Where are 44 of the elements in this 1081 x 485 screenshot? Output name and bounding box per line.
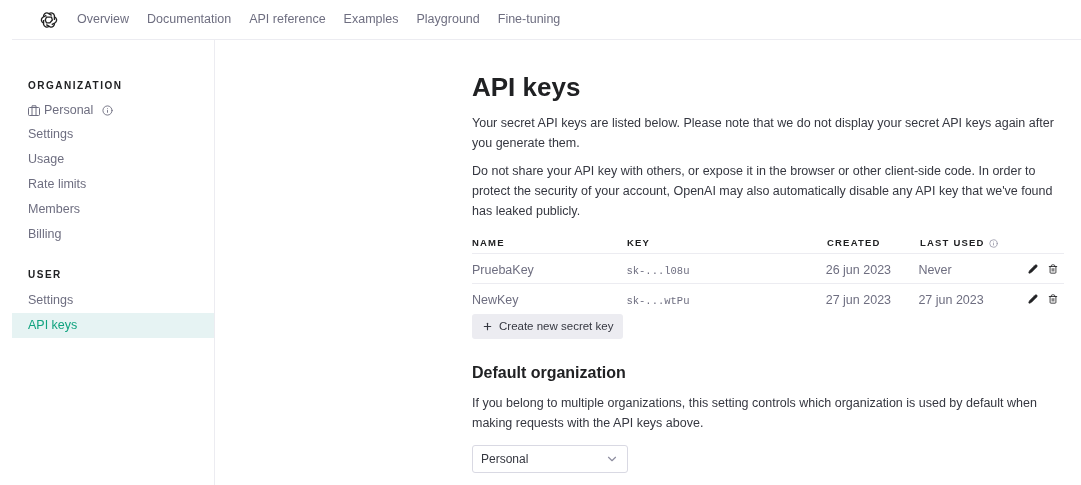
sidebar-item[interactable]: Billing: [12, 222, 214, 247]
create-key-button[interactable]: Create new secret key: [472, 314, 624, 339]
briefcase-icon: [28, 105, 40, 116]
section-heading: ORGANIZATION: [27, 79, 124, 93]
sidebar-item[interactable]: Rate limits: [12, 172, 214, 197]
table-cell: sk-...wtPu: [626, 294, 690, 307]
table-cell: 26 jun 2023: [825, 262, 892, 277]
sidebar-item[interactable]: API keys: [12, 313, 214, 338]
table-cell: PruebaKey: [472, 262, 534, 277]
table-cell: NewKey: [472, 292, 519, 307]
edit-button[interactable]: [1028, 263, 1038, 274]
table-cell: 27 jun 2023: [825, 292, 892, 307]
info-icon: [988, 238, 998, 248]
description-text: Do not share your API key with others, or expose it in the browser or other client-side code. In order to protect the security of your account, OpenAI may also automatically disable any API key that we've found has leaked publicly.: [472, 163, 1054, 220]
plus-icon: [482, 321, 493, 332]
sidebar-item[interactable]: Settings: [12, 288, 214, 313]
section-heading: USER: [27, 268, 63, 282]
table-cell: sk-...l08u: [626, 264, 690, 277]
nav-link[interactable]: Documentation: [147, 10, 232, 29]
sidebar-item[interactable]: Settings: [12, 122, 214, 147]
organization-select[interactable]: Personal: [472, 445, 628, 473]
nav-link[interactable]: Fine-tuning: [497, 10, 561, 29]
delete-button[interactable]: [1048, 293, 1058, 304]
delete-button[interactable]: [1048, 263, 1058, 274]
column-header: NAME: [472, 235, 505, 250]
nav-link[interactable]: API reference: [249, 10, 326, 29]
description-text: If you belong to multiple organizations, this setting controls which organization is used by default when making requests with the API keys above.: [472, 395, 1038, 432]
page-title: API keys: [472, 71, 582, 104]
info-icon: [102, 105, 114, 116]
sidebar-item[interactable]: Members: [12, 197, 214, 222]
section-title: Default organization: [472, 363, 627, 383]
nav-link[interactable]: Examples: [343, 10, 399, 29]
logo-icon[interactable]: [39, 9, 59, 30]
sidebar-item[interactable]: Usage: [12, 147, 214, 172]
table-cell: 27 jun 2023: [918, 292, 984, 307]
organization-name[interactable]: Personal: [44, 101, 94, 120]
column-header: CREATED: [827, 235, 881, 250]
nav-link[interactable]: Playground: [416, 10, 480, 29]
column-header: KEY: [627, 235, 651, 250]
description-text: Your secret API keys are listed below. Please note that we do not display your secret API keys again after you generate them.: [472, 115, 1055, 152]
edit-button[interactable]: [1028, 293, 1038, 304]
column-header: LAST USED: [920, 235, 985, 250]
table-cell: Never: [918, 262, 952, 277]
nav-link[interactable]: Overview: [77, 10, 130, 29]
